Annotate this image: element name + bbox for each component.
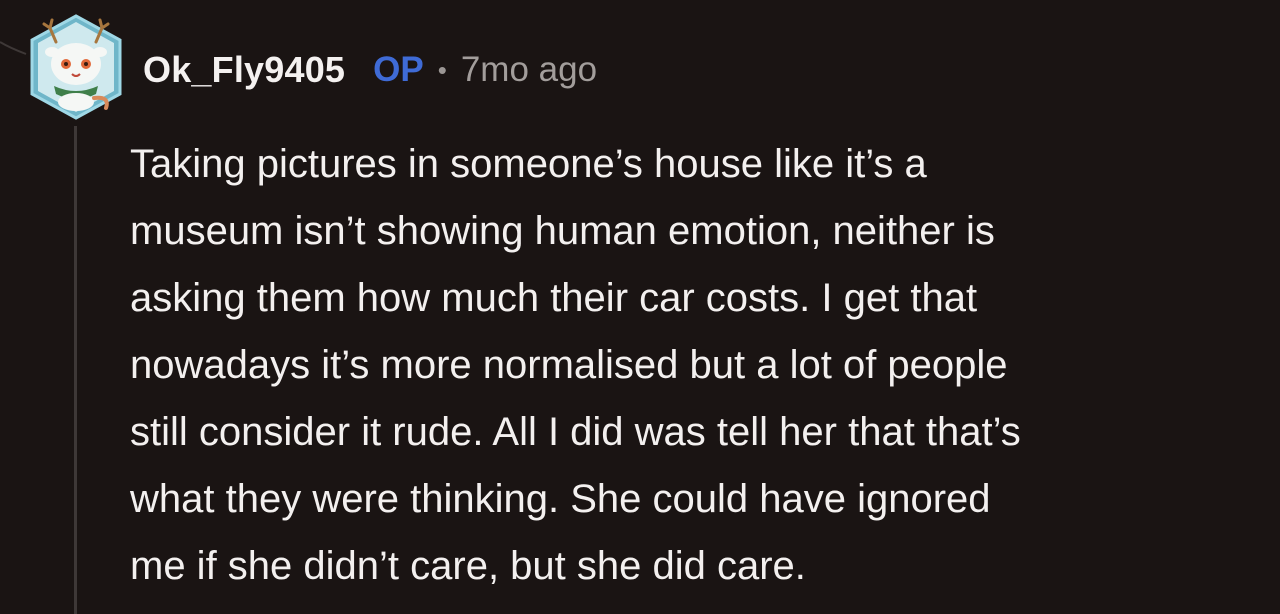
separator-dot: • xyxy=(437,54,447,85)
op-badge: OP xyxy=(373,50,424,89)
comment-meta: Ok_Fly9405 OP • 7mo ago xyxy=(143,46,597,94)
comment-body: Taking pictures in someone’s house like … xyxy=(130,142,1021,588)
timestamp-link[interactable]: 7mo ago xyxy=(461,50,597,90)
thread-line[interactable] xyxy=(74,126,77,614)
avatar-icon[interactable] xyxy=(26,12,126,122)
comment: Ok_Fly9405 OP • 7mo ago Taking pictures … xyxy=(0,0,1280,614)
username-link[interactable]: Ok_Fly9405 xyxy=(143,49,345,91)
